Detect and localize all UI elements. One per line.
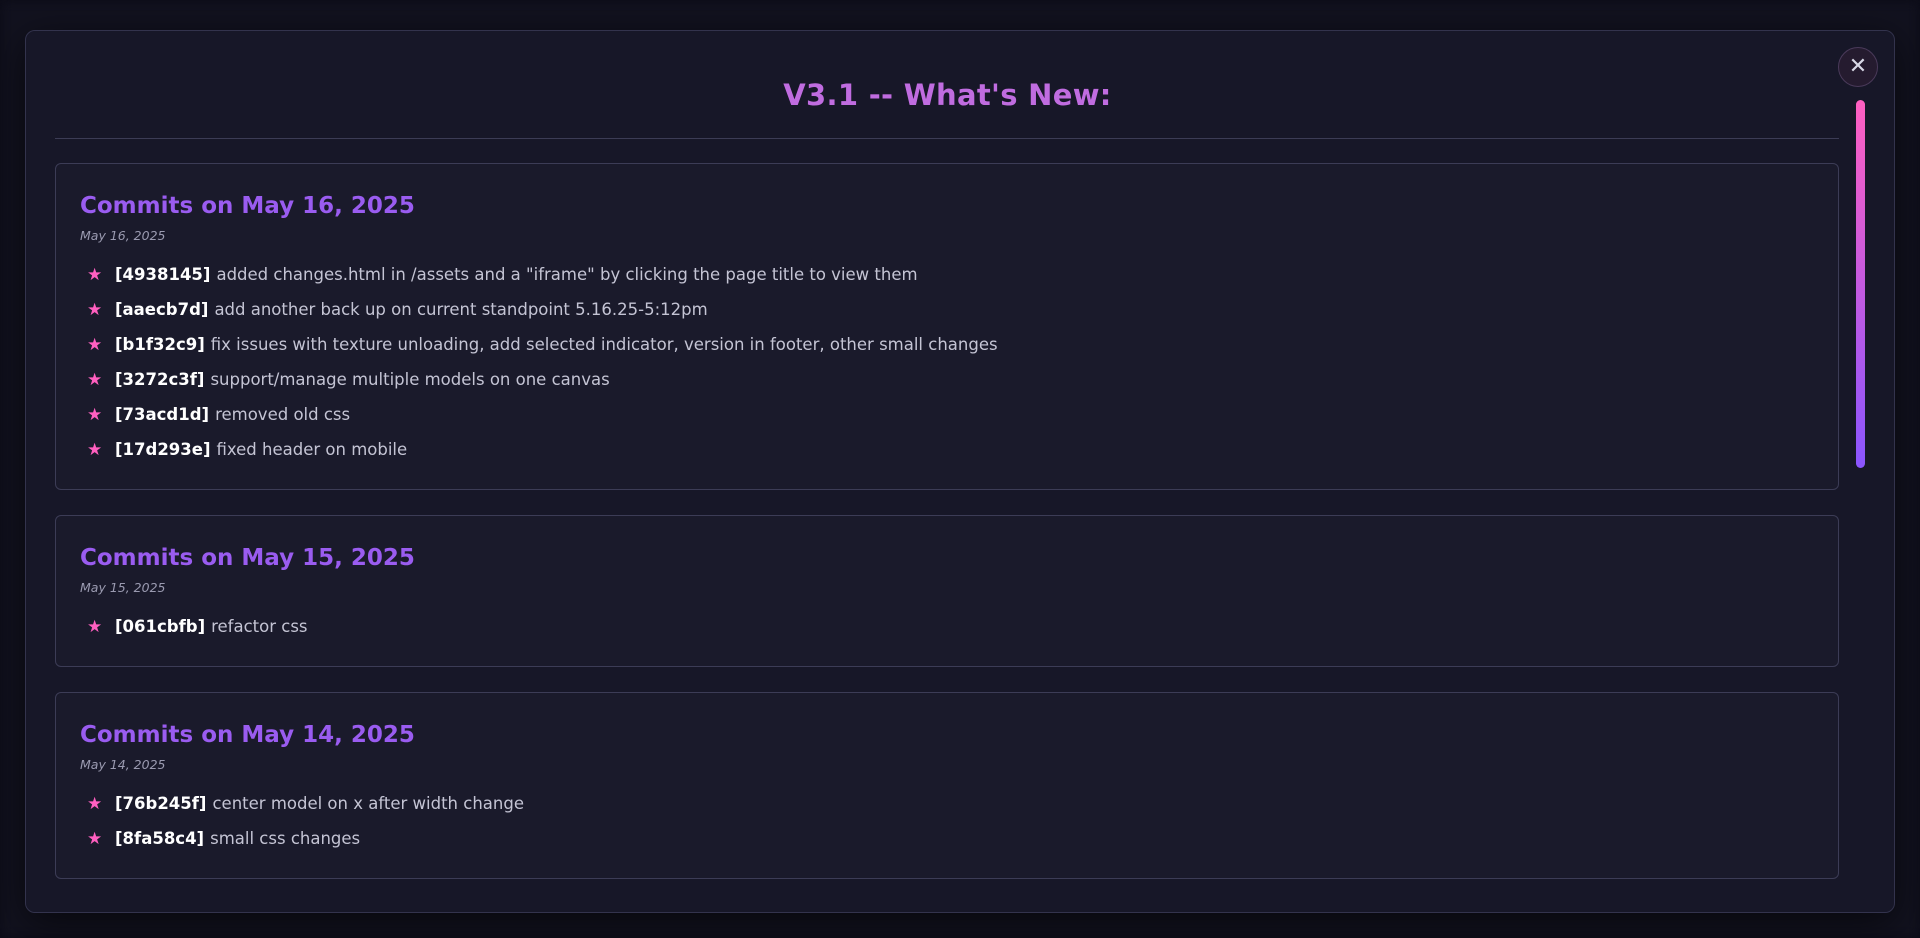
commit-hash: [73acd1d]: [115, 405, 210, 424]
commit-list: ★ [4938145] added changes.html in /assets …: [80, 257, 1814, 467]
commit-message: added changes.html in /assets and a "ifr…: [216, 265, 918, 284]
commit-list: ★ [061cbfb] refactor css: [80, 609, 1814, 644]
commit-list: ★ [76b245f] center model on x after width …: [80, 786, 1814, 856]
close-icon: ✕: [1848, 54, 1868, 79]
commit-message: center model on x after width change: [212, 794, 524, 813]
commit-item: ★ [4938145] added changes.html in /assets …: [80, 257, 1814, 292]
commit-message: fixed header on mobile: [216, 440, 408, 459]
commit-message: small css changes: [210, 829, 361, 848]
commit-message: add another back up on current standpoin…: [214, 300, 708, 319]
commit-hash: [4938145]: [115, 265, 211, 284]
modal-title: V3.1 -- What's New:: [783, 78, 1112, 112]
star-icon: ★: [87, 334, 103, 355]
commit-message: refactor css: [211, 617, 308, 636]
commit-hash: [76b245f]: [115, 794, 207, 813]
commit-hash: [b1f32c9]: [115, 335, 205, 354]
commit-hash: [aaecb7d]: [115, 300, 209, 319]
commit-item: ★ [061cbfb] refactor css: [80, 609, 1814, 644]
commit-group-heading: Commits on May 16, 2025: [80, 193, 415, 219]
commit-message: fix issues with texture unloading, add s…: [210, 335, 998, 354]
star-icon: ★: [87, 264, 103, 285]
commit-hash: [061cbfb]: [115, 617, 206, 636]
commit-item: ★ [3272c3f] support/manage multiple models…: [80, 362, 1814, 397]
commit-item: ★ [17d293e] fixed header on mobile: [80, 432, 1814, 467]
star-icon: ★: [87, 369, 103, 390]
commit-group-card: Commits on May 15, 2025 May 15, 2025 ★ [061…: [55, 515, 1839, 667]
star-icon: ★: [87, 404, 103, 425]
commit-group-date: May 14, 2025: [80, 757, 166, 772]
commit-hash: [17d293e]: [115, 440, 211, 459]
commit-group-heading: Commits on May 15, 2025: [80, 545, 415, 571]
commit-hash: [3272c3f]: [115, 370, 205, 389]
star-icon: ★: [87, 828, 103, 849]
star-icon: ★: [87, 793, 103, 814]
close-button[interactable]: ✕: [1838, 47, 1878, 87]
commit-item: ★ [8fa58c4] small css changes: [80, 821, 1814, 856]
commit-group-card: Commits on May 14, 2025 May 14, 2025 ★ [76b…: [55, 692, 1839, 879]
commit-item: ★ [aaecb7d] add another back up on current…: [80, 292, 1814, 327]
commit-group-date: May 15, 2025: [80, 580, 166, 595]
scrollbar-thumb[interactable]: [1856, 100, 1865, 468]
commit-message: support/manage multiple models on one ca…: [210, 370, 610, 389]
commit-item: ★ [73acd1d] removed old css: [80, 397, 1814, 432]
commit-item: ★ [76b245f] center model on x after width …: [80, 786, 1814, 821]
commit-group-date: May 16, 2025: [80, 228, 166, 243]
star-icon: ★: [87, 616, 103, 637]
star-icon: ★: [87, 439, 103, 460]
commit-item: ★ [b1f32c9] fix issues with texture unload…: [80, 327, 1814, 362]
commit-group-card: Commits on May 16, 2025 May 16, 2025 ★ [493…: [55, 163, 1839, 490]
commit-group-heading: Commits on May 14, 2025: [80, 722, 415, 748]
commit-message: removed old css: [215, 405, 351, 424]
title-divider: [55, 138, 1839, 139]
commit-hash: [8fa58c4]: [115, 829, 205, 848]
changelog-content[interactable]: Commits on May 16, 2025 May 16, 2025 ★ [493…: [55, 163, 1839, 883]
scrollbar[interactable]: [1856, 100, 1865, 900]
star-icon: ★: [87, 299, 103, 320]
